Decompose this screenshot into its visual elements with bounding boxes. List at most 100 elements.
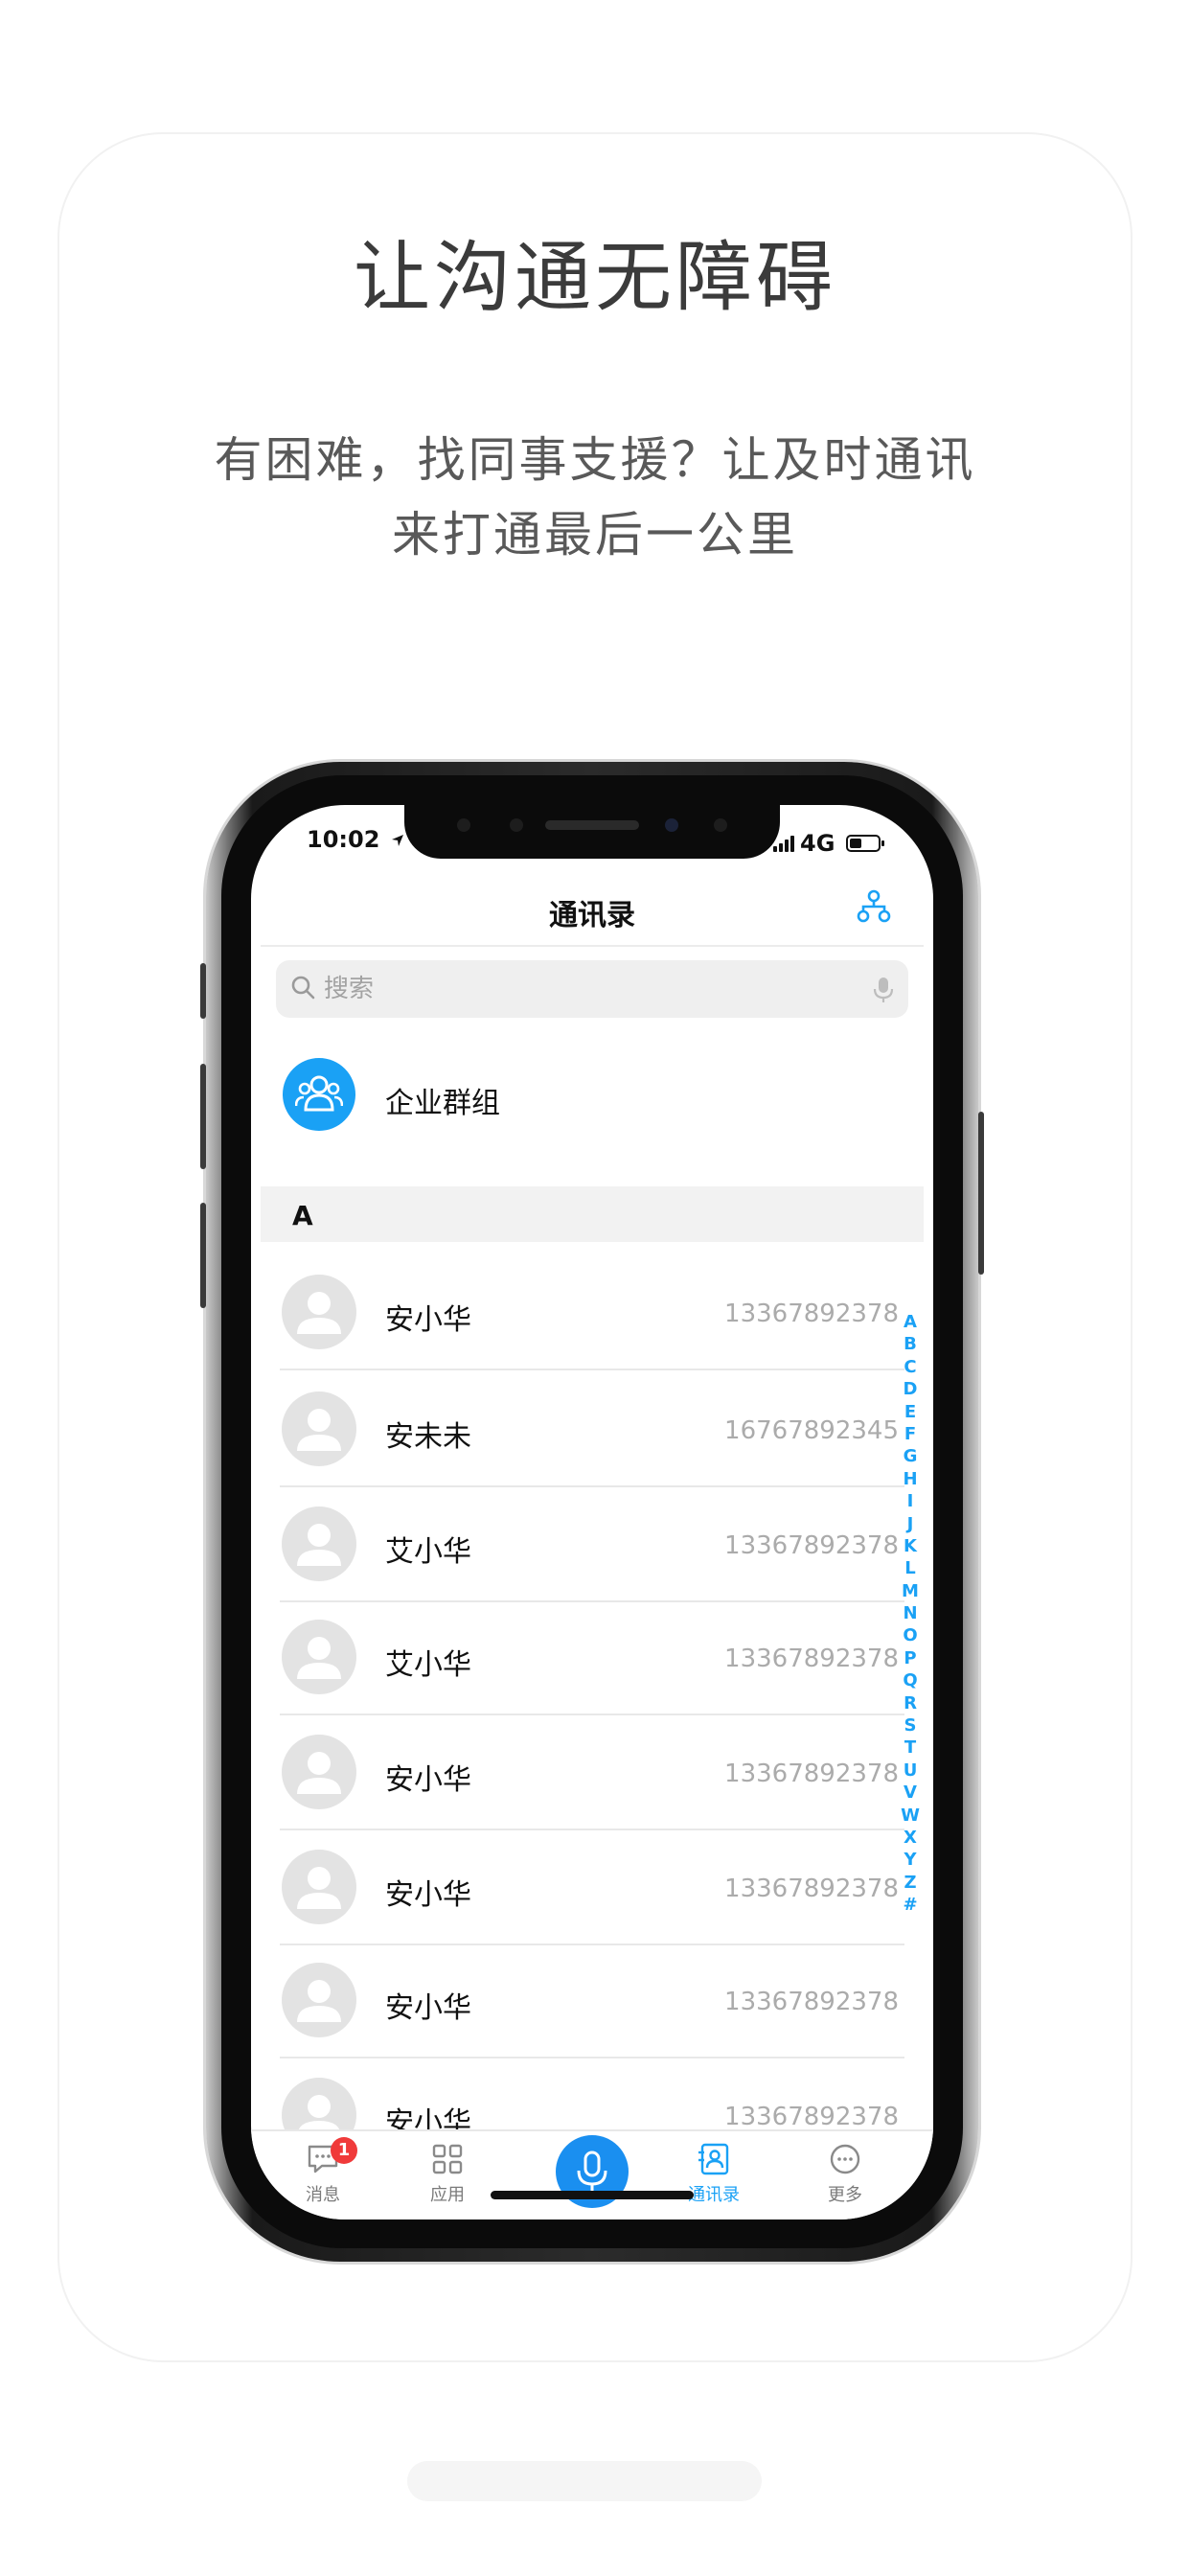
index-letter[interactable]: Z — [899, 1872, 922, 1894]
index-letter[interactable]: K — [899, 1535, 922, 1557]
tab-messages[interactable]: 1 消息 — [275, 2137, 371, 2206]
index-letter[interactable]: Q — [899, 1669, 922, 1691]
page-title: 通讯录 — [549, 899, 635, 932]
index-letter[interactable]: M — [899, 1580, 922, 1602]
phone-volume-up — [200, 1064, 206, 1169]
page-indicator — [407, 2461, 762, 2501]
contact-row[interactable]: 艾小华 13367892378 — [251, 1598, 933, 1715]
unread-badge: 1 — [331, 2137, 357, 2164]
network-type: 4G — [800, 830, 835, 857]
contact-name: 艾小华 — [385, 1535, 471, 1569]
notch-sensor — [714, 818, 727, 832]
avatar-placeholder-icon — [282, 1392, 356, 1466]
front-camera — [665, 818, 678, 832]
enterprise-groups-label: 企业群组 — [385, 1087, 500, 1120]
contacts-icon — [698, 2143, 729, 2175]
avatar-placeholder-icon — [282, 1275, 356, 1349]
contact-phone: 13367892378 — [724, 1644, 899, 1673]
status-time: 10:02 — [307, 826, 405, 861]
enterprise-groups-entry[interactable]: 企业群组 — [251, 1045, 933, 1142]
tab-label: 消息 — [306, 2185, 340, 2205]
phone-notch — [404, 805, 780, 859]
contact-name: 安未未 — [385, 1420, 471, 1454]
alphabet-index[interactable]: A B C D E F G H I J K L M N O P Q R S T U V W X Y Z # — [899, 1311, 922, 1917]
contact-phone: 13367892378 — [724, 1760, 899, 1788]
contact-phone: 13367892378 — [724, 1300, 899, 1328]
index-letter[interactable]: U — [899, 1760, 922, 1782]
index-letter[interactable]: C — [899, 1356, 922, 1378]
more-icon — [830, 2144, 860, 2174]
section-header: A — [261, 1186, 924, 1242]
index-letter[interactable]: V — [899, 1782, 922, 1804]
index-letter[interactable]: Y — [899, 1849, 922, 1871]
nav-divider — [261, 945, 924, 947]
contact-name: 安小华 — [385, 1303, 471, 1337]
avatar-placeholder-icon — [282, 1506, 356, 1581]
notch-speaker — [545, 820, 639, 830]
voice-search-icon[interactable] — [872, 976, 895, 1004]
index-letter[interactable]: X — [899, 1827, 922, 1849]
phone-screen: 10:02 4G 通讯录 搜索 企业群组 A 安小华 13367892378 安… — [251, 805, 933, 2220]
notch-sensor — [510, 818, 523, 832]
index-letter[interactable]: R — [899, 1692, 922, 1714]
contact-phone: 13367892378 — [724, 2103, 899, 2131]
index-letter[interactable]: N — [899, 1602, 922, 1624]
search-input[interactable] — [324, 960, 860, 1018]
contact-phone: 13367892378 — [724, 1874, 899, 1903]
index-letter[interactable]: G — [899, 1445, 922, 1467]
index-letter[interactable]: H — [899, 1468, 922, 1490]
contact-name: 安小华 — [385, 1763, 471, 1797]
index-letter[interactable]: L — [899, 1557, 922, 1579]
search-icon — [291, 976, 315, 1000]
signal-icon — [773, 835, 794, 852]
status-time-text: 10:02 — [307, 826, 380, 853]
contact-row[interactable]: 安小华 13367892378 — [251, 1942, 933, 2058]
tab-label: 更多 — [828, 2185, 862, 2205]
group-users-icon — [283, 1058, 355, 1131]
index-letter[interactable]: P — [899, 1647, 922, 1669]
phone-power-button — [978, 1112, 984, 1275]
org-chart-icon[interactable] — [855, 887, 893, 926]
location-arrow-icon — [391, 835, 403, 846]
phone-mute-switch — [200, 963, 206, 1019]
index-letter[interactable]: A — [899, 1311, 922, 1333]
contact-phone: 13367892378 — [724, 1531, 899, 1560]
home-indicator[interactable] — [491, 2191, 694, 2199]
apps-grid-icon — [432, 2144, 463, 2174]
subtitle-line-2: 来打通最后一公里 — [392, 507, 798, 563]
index-letter[interactable]: I — [899, 1490, 922, 1512]
contact-phone: 16767892345 — [724, 1416, 899, 1445]
index-letter[interactable]: J — [899, 1513, 922, 1535]
section-letter: A — [292, 1200, 313, 1231]
contact-name: 安小华 — [385, 1878, 471, 1912]
avatar-placeholder-icon — [282, 1620, 356, 1694]
index-letter[interactable]: # — [899, 1894, 922, 1916]
avatar-placeholder-icon — [282, 1850, 356, 1924]
phone-volume-down — [200, 1203, 206, 1308]
index-letter[interactable]: D — [899, 1378, 922, 1400]
contact-row[interactable]: 安小华 13367892378 — [251, 1828, 933, 1945]
index-letter[interactable]: B — [899, 1333, 922, 1355]
tab-label: 应用 — [430, 2185, 465, 2205]
battery-icon — [846, 835, 885, 852]
contact-phone: 13367892378 — [724, 1988, 899, 2016]
contact-name: 艾小华 — [385, 1648, 471, 1682]
microphone-icon — [577, 2150, 607, 2191]
index-letter[interactable]: S — [899, 1714, 922, 1736]
contact-row[interactable]: 安未未 16767892345 — [251, 1370, 933, 1487]
search-bar[interactable] — [276, 960, 908, 1018]
contact-row[interactable]: 安小华 13367892378 — [251, 1714, 933, 1830]
index-letter[interactable]: W — [899, 1805, 922, 1827]
tab-apps[interactable]: 应用 — [400, 2141, 495, 2206]
status-indicators: 4G — [773, 826, 885, 861]
index-letter[interactable]: T — [899, 1736, 922, 1759]
avatar-placeholder-icon — [282, 1963, 356, 2037]
index-letter[interactable]: O — [899, 1624, 922, 1646]
index-letter[interactable]: F — [899, 1423, 922, 1445]
contact-row[interactable]: 安小华 13367892378 — [251, 1254, 933, 1370]
tab-more[interactable]: 更多 — [797, 2141, 893, 2206]
contact-row[interactable]: 艾小华 13367892378 — [251, 1485, 933, 1602]
index-letter[interactable]: E — [899, 1401, 922, 1423]
avatar-placeholder-icon — [282, 1735, 356, 1809]
notch-sensor — [457, 818, 470, 832]
